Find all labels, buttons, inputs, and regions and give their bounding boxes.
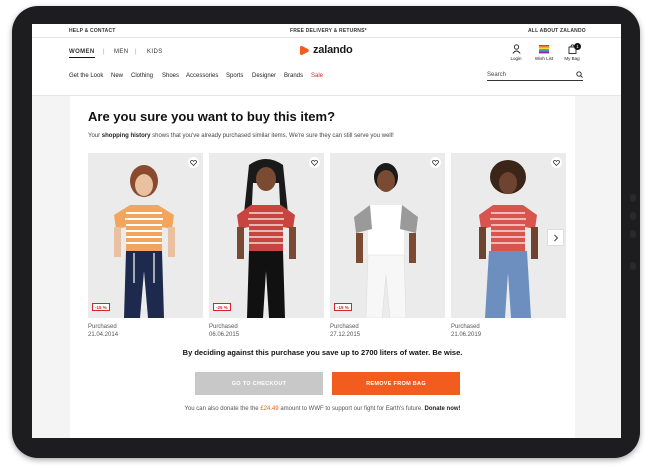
- page-title: Are you sure you want to buy this item?: [88, 109, 336, 124]
- heart-icon: [190, 159, 197, 166]
- water-saving-message: By deciding against this purchase you sa…: [182, 348, 463, 357]
- site-header: WOMEN | MEN | KIDS zalando Login Wish Li…: [32, 38, 621, 96]
- wishlist-heart-button[interactable]: [430, 157, 441, 168]
- purchase-info: Purchased 06.06.2015: [209, 324, 239, 339]
- product-card[interactable]: -15 %: [330, 153, 445, 318]
- tablet-side-button: [630, 262, 636, 270]
- subtitle: Your shopping history shows that you've …: [88, 133, 394, 139]
- gender-separator: |: [135, 49, 137, 55]
- donate-amount: £24.49: [260, 406, 279, 412]
- nav-item-shoes[interactable]: Shoes: [162, 73, 179, 79]
- subtitle-text: Your: [88, 133, 102, 139]
- bag-button[interactable]: 1 My Bag: [558, 43, 586, 61]
- gender-tab-kids[interactable]: KIDS: [147, 49, 163, 55]
- product-photo: [209, 153, 324, 318]
- nav-item-clothing[interactable]: Clothing: [131, 73, 153, 79]
- subtitle-text: shows that you've already purchased simi…: [150, 133, 394, 139]
- logo-text: zalando: [313, 44, 353, 56]
- nav-item-new[interactable]: New: [111, 73, 123, 79]
- nav-item-accessories[interactable]: Accessories: [186, 73, 218, 79]
- product-photo: [88, 153, 203, 318]
- search-placeholder: Search: [487, 72, 507, 78]
- confirmation-panel: Are you sure you want to buy this item? …: [70, 96, 575, 438]
- purchase-date: 21.04.2014: [88, 331, 119, 338]
- zalando-logo-icon: [299, 45, 309, 55]
- help-contact-link[interactable]: HELP & CONTACT: [69, 28, 116, 34]
- wishlist-heart-button[interactable]: [188, 157, 199, 168]
- nav-item-sale[interactable]: Sale: [311, 73, 323, 79]
- browser-screen: HELP & CONTACT FREE DELIVERY & RETURNS* …: [32, 24, 621, 438]
- bag-label: My Bag: [564, 56, 580, 61]
- discount-badge: -15 %: [334, 303, 352, 311]
- search-input[interactable]: Search: [487, 69, 583, 81]
- chevron-right-icon: [553, 234, 558, 241]
- gender-tab-women[interactable]: WOMEN: [69, 49, 95, 58]
- about-zalando-link[interactable]: ALL ABOUT ZALANDO: [528, 28, 586, 34]
- login-label: Login: [510, 56, 522, 61]
- tablet-side-button: [630, 212, 636, 220]
- purchase-info: Purchased 27.12.2015: [330, 324, 360, 339]
- purchase-info: Purchased 21.04.2014: [88, 324, 118, 339]
- remove-from-bag-button[interactable]: REMOVE FROM BAG: [332, 372, 460, 395]
- gender-separator: |: [103, 49, 105, 55]
- purchase-info: Purchased 21.06.2019: [451, 324, 481, 339]
- wishlist-heart-button[interactable]: [309, 157, 320, 168]
- heart-icon: [311, 159, 318, 166]
- product-card[interactable]: -25 %: [209, 153, 324, 318]
- carousel-next-button[interactable]: [547, 229, 564, 246]
- zalando-logo[interactable]: zalando: [299, 44, 353, 56]
- donate-message: You can also donate the the £24.49 amoun…: [70, 406, 575, 412]
- shopping-history-link[interactable]: shopping history: [102, 133, 151, 139]
- donate-text: You can also donate the the: [184, 406, 261, 412]
- wishlist-heart-button[interactable]: [551, 157, 562, 168]
- discount-badge: -25 %: [213, 303, 231, 311]
- tablet-side-button: [630, 194, 636, 202]
- purchase-date: 27.12.2015: [330, 331, 361, 338]
- user-icon: [511, 44, 521, 54]
- heart-icon: [432, 159, 439, 166]
- product-card[interactable]: -15 %: [88, 153, 203, 318]
- product-photo: [330, 153, 445, 318]
- utility-bar: HELP & CONTACT FREE DELIVERY & RETURNS* …: [32, 24, 621, 38]
- login-button[interactable]: Login: [502, 44, 530, 61]
- nav-item-sports[interactable]: Sports: [226, 73, 243, 79]
- rainbow-heart-icon: [539, 45, 549, 54]
- nav-item-brands[interactable]: Brands: [284, 73, 303, 79]
- free-delivery-link[interactable]: FREE DELIVERY & RETURNS*: [290, 28, 367, 34]
- donate-text: amount to WWF to support our fight for E…: [278, 406, 425, 412]
- wishlist-button[interactable]: Wish List: [530, 44, 558, 61]
- tablet-side-button: [630, 230, 636, 238]
- purchase-date: 06.06.2015: [209, 331, 240, 338]
- purchase-date: 21.06.2019: [451, 331, 482, 338]
- gender-tab-men[interactable]: MEN: [114, 49, 129, 55]
- donate-now-link[interactable]: Donate now!: [425, 406, 461, 412]
- nav-item-designer[interactable]: Designer: [252, 73, 276, 79]
- wishlist-label: Wish List: [534, 56, 554, 61]
- discount-badge: -15 %: [92, 303, 110, 311]
- purchased-label: Purchased: [209, 324, 238, 330]
- bag-count-badge: 1: [574, 43, 581, 50]
- search-icon[interactable]: [576, 71, 583, 78]
- purchased-label: Purchased: [330, 324, 359, 330]
- purchased-label: Purchased: [451, 324, 480, 330]
- heart-icon: [553, 159, 560, 166]
- purchased-label: Purchased: [88, 324, 117, 330]
- nav-item-get-the-look[interactable]: Get the Look: [69, 73, 103, 79]
- go-to-checkout-button[interactable]: GO TO CHECKOUT: [195, 372, 323, 395]
